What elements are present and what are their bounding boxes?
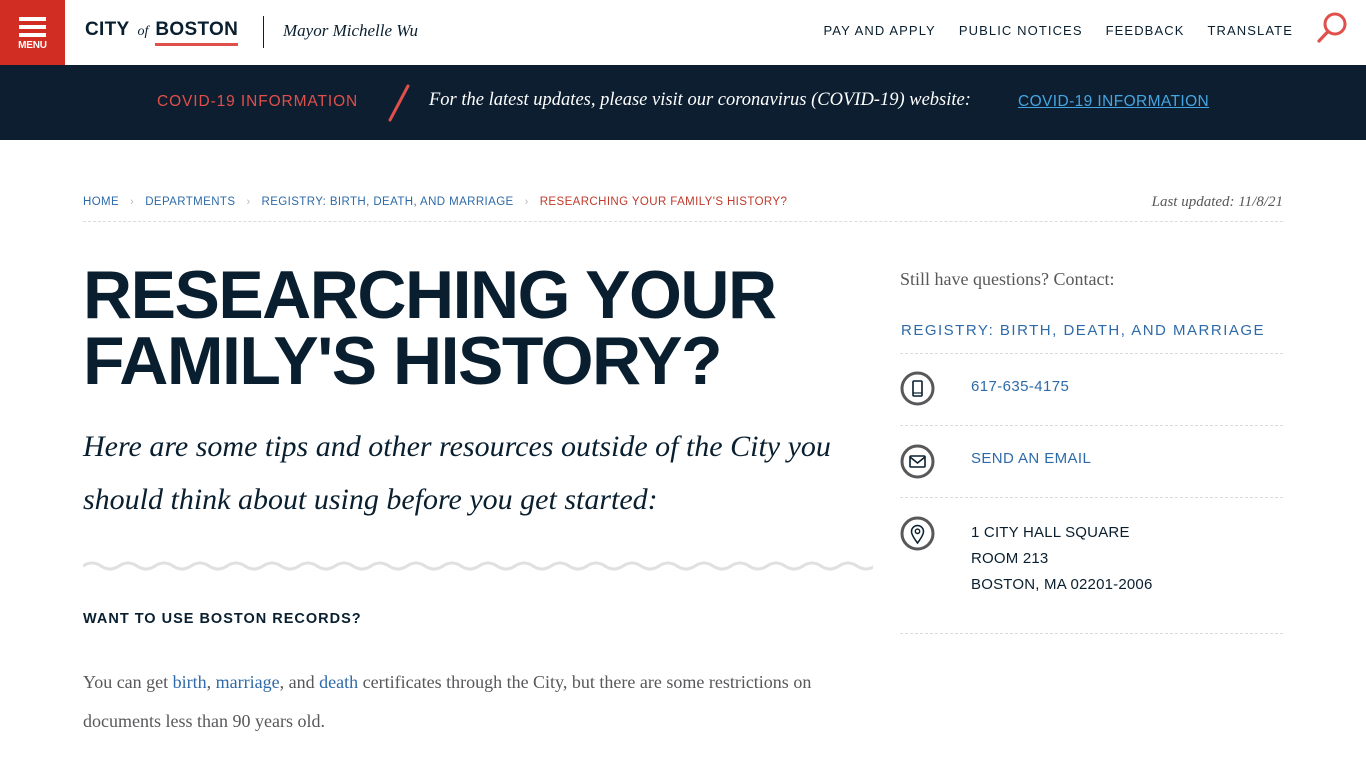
breadcrumb-home[interactable]: HOME [83,196,119,208]
nav-feedback[interactable]: FEEDBACK [1106,23,1185,38]
wave-divider [83,561,873,571]
location-icon [900,516,935,551]
covid-info-link[interactable]: COVID-19 INFORMATION [1018,93,1209,111]
breadcrumb-departments[interactable]: DEPARTMENTS [145,196,235,208]
breadcrumb-divider [83,221,1283,222]
hamburger-icon [19,17,46,21]
search-icon [1317,12,1347,43]
address-line-3: BOSTON, MA 02201-2006 [971,576,1153,593]
paragraph-text: You can get [83,672,173,692]
logo-boston: BOSTON [155,19,239,46]
page-intro: Here are some tips and other resources o… [83,430,831,516]
body-paragraph: You can get birth, marriage, and death c… [83,663,843,741]
section-heading: WANT TO USE BOSTON RECORDS? [83,611,362,627]
paragraph-text: , [206,672,216,692]
logo-divider [263,16,264,48]
city-of-boston-logo[interactable]: CITY of BOSTON [85,19,239,46]
last-updated: Last updated: 11/8/21 [1151,194,1283,210]
nav-pay-and-apply[interactable]: PAY AND APPLY [824,23,936,38]
department-link[interactable]: REGISTRY: BIRTH, DEATH, AND MARRIAGE [901,322,1265,339]
page-title: RESEARCHING YOUR FAMILY'S HISTORY? [83,257,777,399]
logo-of: of [137,24,149,39]
death-link[interactable]: death [319,672,358,692]
chevron-right-icon: › [130,196,135,208]
phone-link[interactable]: 617-635-4175 [971,378,1069,395]
hamburger-icon-bar [19,25,46,29]
phone-icon [900,371,935,406]
menu-button[interactable]: MENU [0,0,65,65]
menu-label: MENU [18,40,47,51]
sidebar-divider [900,633,1283,634]
mayor-name: Mayor Michelle Wu [283,21,419,40]
marriage-link[interactable]: marriage [216,672,280,692]
alert-message: For the latest updates, please visit our… [429,90,971,110]
address: 1 CITY HALL SQUARE ROOM 213 BOSTON, MA 0… [971,520,1153,598]
send-email-link[interactable]: SEND AN EMAIL [971,450,1091,467]
logo-city: CITY [85,19,130,40]
search-button[interactable] [1314,10,1350,46]
sidebar-divider [900,425,1283,426]
birth-link[interactable]: birth [173,672,207,692]
breadcrumb-registry[interactable]: REGISTRY: BIRTH, DEATH, AND MARRIAGE [262,196,514,208]
top-nav: PAY AND APPLY PUBLIC NOTICES FEEDBACK TR… [801,23,1294,38]
site-header: MENU CITY of BOSTON Mayor Michelle Wu PA… [0,0,1366,65]
breadcrumb: HOME › DEPARTMENTS › REGISTRY: BIRTH, DE… [83,196,787,208]
chevron-right-icon: › [524,196,529,208]
alert-label: COVID-19 INFORMATION [157,93,359,110]
covid-alert-banner: COVID-19 INFORMATION For the latest upda… [0,65,1366,140]
address-line-1: 1 CITY HALL SQUARE [971,524,1130,541]
sidebar-divider [900,497,1283,498]
nav-public-notices[interactable]: PUBLIC NOTICES [959,23,1083,38]
slash-divider-icon [388,84,410,122]
email-icon [900,444,935,479]
contact-question: Still have questions? Contact: [900,269,1115,289]
chevron-right-icon: › [246,196,251,208]
hamburger-icon-bar [19,33,46,37]
nav-translate[interactable]: TRANSLATE [1207,23,1293,38]
address-line-2: ROOM 213 [971,550,1049,567]
breadcrumb-current: RESEARCHING YOUR FAMILY'S HISTORY? [539,196,788,208]
paragraph-text: , and [279,672,320,692]
sidebar-divider [900,353,1283,354]
